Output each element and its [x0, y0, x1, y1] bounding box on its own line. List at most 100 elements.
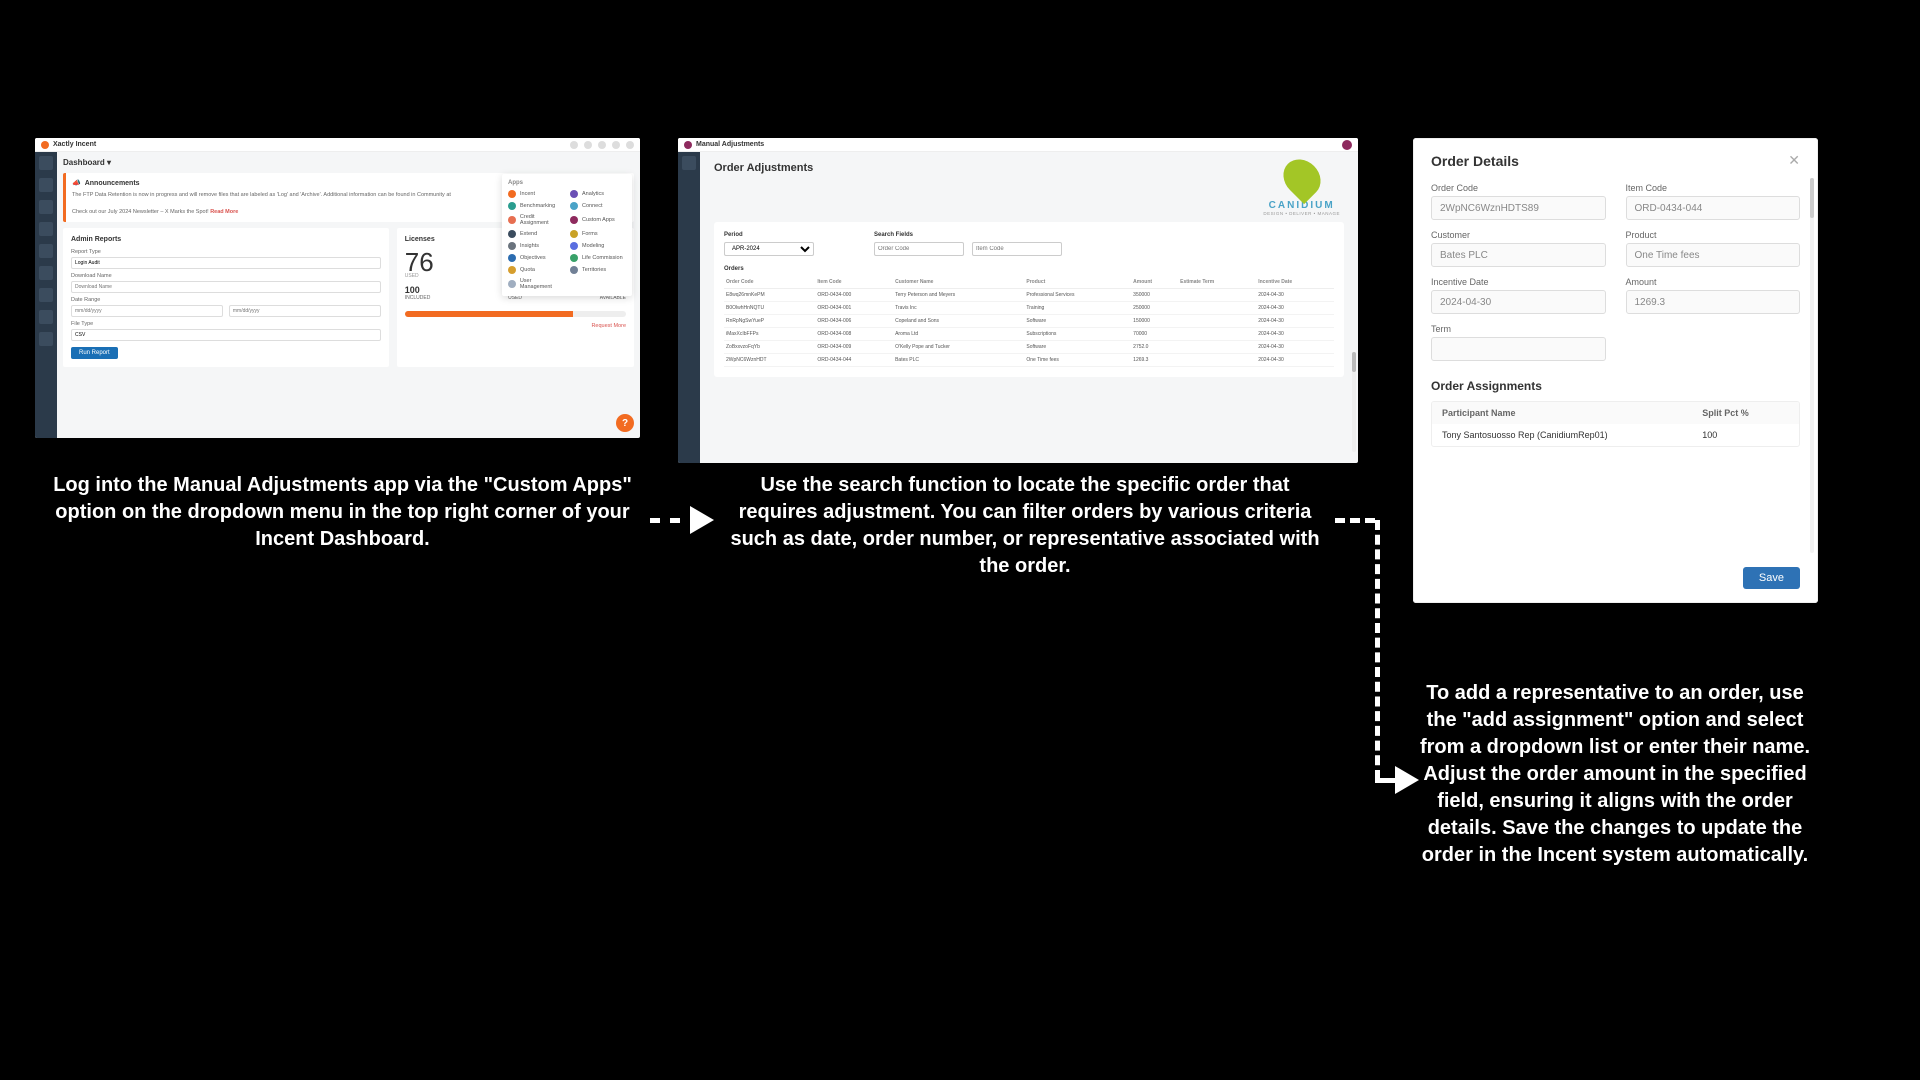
app-item[interactable]: Quota: [508, 266, 564, 274]
table-cell: Terry Peterson and Meyers: [893, 289, 1024, 302]
app-item[interactable]: Forms: [570, 230, 626, 238]
app-label: Extend: [520, 231, 537, 237]
search-item-code-input[interactable]: [972, 242, 1062, 256]
read-more-link[interactable]: Read More: [210, 209, 238, 215]
app-dot-icon: [508, 280, 516, 288]
date-to-input[interactable]: [229, 305, 381, 317]
date-range-label: Date Range: [71, 297, 381, 303]
app-dot-icon: [570, 242, 578, 250]
table-row[interactable]: 2WpNC6WznHDTORD-0434-044Bates PLCOne Tim…: [724, 354, 1334, 367]
app-item[interactable]: Benchmarking: [508, 202, 564, 210]
amount-input[interactable]: [1626, 290, 1801, 314]
customer-input[interactable]: [1431, 243, 1606, 267]
table-cell: Training: [1024, 302, 1131, 315]
app-item[interactable]: Incent: [508, 190, 564, 198]
order-details-modal: Order Details ✕ Order Code Item Code Cus…: [1413, 138, 1818, 603]
dashboard-dropdown[interactable]: Dashboard ▾: [63, 158, 111, 167]
table-cell: ORD-0434-009: [815, 341, 893, 354]
topbar: Manual Adjustments: [678, 138, 1358, 152]
app-label: Forms: [582, 231, 598, 237]
table-cell: 2024-04-30: [1256, 302, 1334, 315]
app-dot-icon: [508, 230, 516, 238]
close-icon[interactable]: [1342, 140, 1352, 150]
table-cell: Software: [1024, 315, 1131, 328]
table-header: Amount: [1131, 276, 1178, 289]
term-label: Term: [1431, 324, 1606, 334]
split-cell: 100: [1702, 430, 1789, 440]
scrollbar[interactable]: [1352, 352, 1356, 452]
nav-item[interactable]: [39, 200, 53, 214]
app-label: User Management: [520, 278, 564, 290]
report-type-select[interactable]: [71, 257, 381, 269]
incentive-date-input[interactable]: [1431, 290, 1606, 314]
flow-dash-2h-bot: [1375, 778, 1395, 783]
nav-item[interactable]: [682, 156, 696, 170]
search-order-code-input[interactable]: [874, 242, 964, 256]
product-input[interactable]: [1626, 243, 1801, 267]
table-header: Order Code: [724, 276, 815, 289]
app-dot-icon: [570, 266, 578, 274]
topbar-icon[interactable]: [626, 141, 634, 149]
app-label: Benchmarking: [520, 203, 555, 209]
request-more-link[interactable]: Request More: [405, 323, 626, 329]
item-code-input[interactable]: [1626, 196, 1801, 220]
close-icon[interactable]: ✕: [1788, 152, 1800, 169]
orders-table: Order CodeItem CodeCustomer NameProductA…: [724, 276, 1334, 367]
topbar-icon[interactable]: [584, 141, 592, 149]
app-item[interactable]: Territories: [570, 266, 626, 274]
app-dot-icon: [570, 230, 578, 238]
page-title: Order Adjustments: [714, 162, 1344, 174]
table-row[interactable]: E8wq26mnKePMORD-0434-000Terry Peterson a…: [724, 289, 1334, 302]
scrollbar[interactable]: [1810, 178, 1814, 553]
topbar-icon[interactable]: [598, 141, 606, 149]
topbar-icon[interactable]: [570, 141, 578, 149]
app-label: Modeling: [582, 243, 604, 249]
caption-step-3: To add a representative to an order, use…: [1410, 680, 1820, 869]
nav-item[interactable]: [39, 332, 53, 346]
nav-item[interactable]: [39, 288, 53, 302]
term-input[interactable]: [1431, 337, 1606, 361]
apps-dropdown-panel: Apps IncentAnalyticsBenchmarkingConnectC…: [502, 174, 632, 296]
app-item[interactable]: Extend: [508, 230, 564, 238]
dashboard-screenshot: Xactly Incent Dashboard ▾ 📣 Announcement…: [35, 138, 640, 438]
table-row[interactable]: B0OlwhHnNQTUORD-0434-001Travis IncTraini…: [724, 302, 1334, 315]
file-type-select[interactable]: [71, 329, 381, 341]
help-fab-icon[interactable]: ?: [616, 414, 634, 432]
table-row[interactable]: ZoBxxvzoFqYbORD-0434-009O'Kelly Pope and…: [724, 341, 1334, 354]
run-report-button[interactable]: Run Report: [71, 347, 118, 359]
date-from-input[interactable]: [71, 305, 223, 317]
table-cell: Bates PLC: [893, 354, 1024, 367]
nav-item[interactable]: [39, 244, 53, 258]
app-item[interactable]: User Management: [508, 278, 564, 290]
caption-step-1: Log into the Manual Adjustments app via …: [35, 472, 650, 553]
table-row[interactable]: RnRpNgSwYuePORD-0434-006Copeland and Son…: [724, 315, 1334, 328]
topbar-icon[interactable]: [612, 141, 620, 149]
save-button[interactable]: Save: [1743, 567, 1800, 589]
order-code-input[interactable]: [1431, 196, 1606, 220]
app-item[interactable]: Insights: [508, 242, 564, 250]
app-item[interactable]: Modeling: [570, 242, 626, 250]
customer-label: Customer: [1431, 230, 1606, 240]
app-item[interactable]: Objectives: [508, 254, 564, 262]
assignment-row[interactable]: Tony Santosuosso Rep (CanidiumRep01) 100: [1432, 424, 1799, 446]
app-item[interactable]: Life Commission: [570, 254, 626, 262]
app-item[interactable]: Connect: [570, 202, 626, 210]
app-item[interactable]: Custom Apps: [570, 214, 626, 226]
manual-adjustments-screenshot: Manual Adjustments Order Adjustments CAN…: [678, 138, 1358, 463]
period-select[interactable]: APR-2024: [724, 242, 814, 256]
app-dot-icon: [570, 202, 578, 210]
nav-item[interactable]: [39, 222, 53, 236]
nav-item[interactable]: [39, 156, 53, 170]
nav-item[interactable]: [39, 266, 53, 280]
assignments-table: Participant Name Split Pct % Tony Santos…: [1431, 401, 1800, 447]
download-name-input[interactable]: [71, 281, 381, 293]
table-cell: Aroma Ltd: [893, 328, 1024, 341]
app-item[interactable]: Credit Assignment: [508, 214, 564, 226]
col-participant: Participant Name: [1442, 408, 1702, 418]
nav-item[interactable]: [39, 178, 53, 192]
flow-arrowhead-1-icon: [690, 506, 714, 534]
table-row[interactable]: iMaxXcIbFFPsORD-0434-008Aroma LtdSubscri…: [724, 328, 1334, 341]
app-item[interactable]: Analytics: [570, 190, 626, 198]
app-dot-icon: [508, 216, 516, 224]
nav-item[interactable]: [39, 310, 53, 324]
